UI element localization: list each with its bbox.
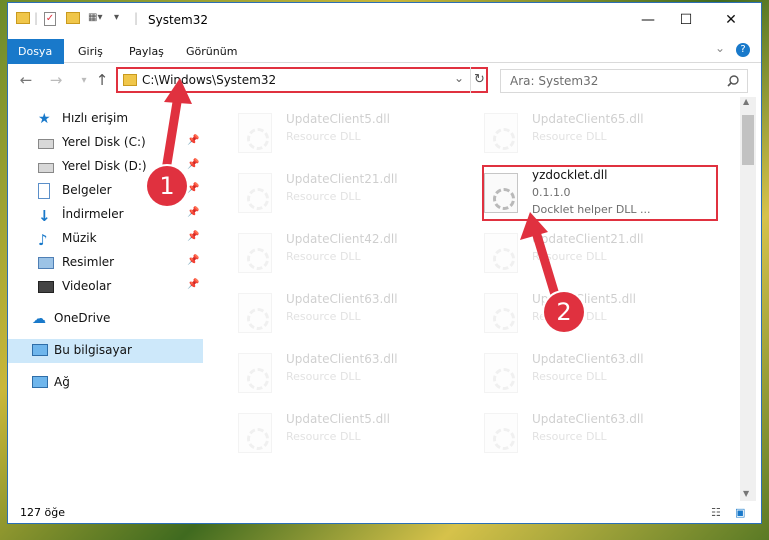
- step-marker-1: 1: [147, 166, 187, 206]
- annotation-arrows: [161, 78, 561, 303]
- step-marker-2: 2: [544, 292, 584, 332]
